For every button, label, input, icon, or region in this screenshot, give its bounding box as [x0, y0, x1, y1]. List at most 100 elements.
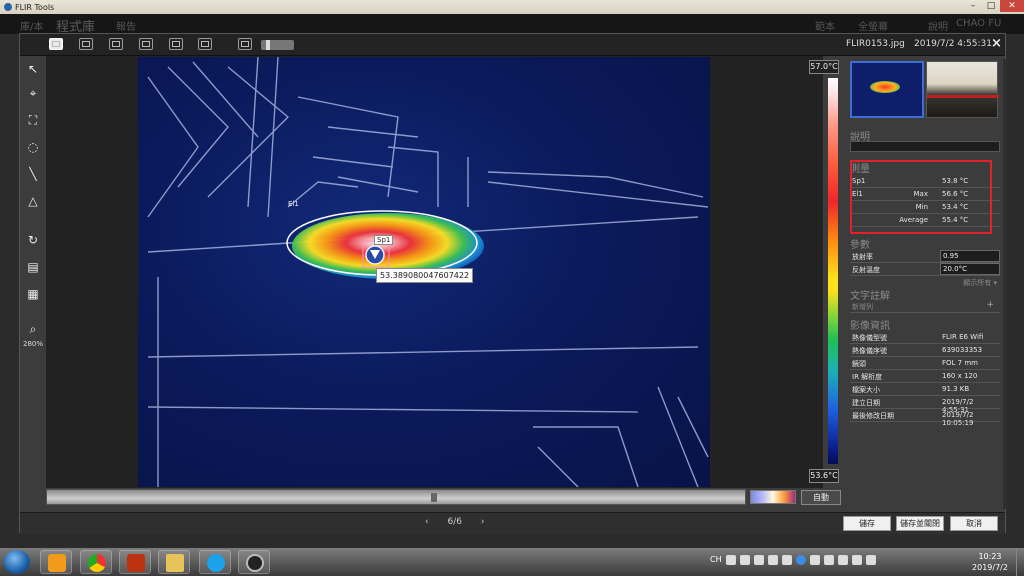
emissivity-input[interactable]: 0.95 [940, 250, 1000, 262]
ellipse-label: El1 [288, 200, 299, 208]
fit-view-button[interactable] [238, 38, 252, 50]
menu-item-help[interactable]: 說明 [928, 18, 948, 33]
description-field[interactable] [850, 141, 1000, 152]
image-editor-dialog: FLIR0153.jpg 2019/7/2 4:55:31 × ↖ ⌖ ⛶ ◌ … [19, 33, 1007, 534]
show-desktop-button[interactable] [1016, 548, 1024, 576]
tray-icon[interactable] [739, 555, 750, 565]
system-clock[interactable]: 10:23 2019/7/2 [968, 551, 1012, 573]
volume-icon[interactable] [865, 555, 876, 565]
taskbar-skype[interactable] [199, 550, 231, 574]
temperature-scale: 57.0°C 53.6°C [804, 60, 846, 490]
previous-image-button[interactable]: ‹ [425, 517, 429, 527]
box-tool-icon[interactable]: ⛶ [24, 111, 42, 129]
tray-icon[interactable] [725, 555, 736, 565]
taskbar-media-player[interactable] [40, 550, 72, 574]
menu-item-report[interactable]: 報告 [116, 18, 136, 33]
info-name: 建立日期 [852, 399, 880, 407]
info-row: IR 解析度 160 x 120 [850, 370, 1000, 383]
scale-min[interactable]: 53.6°C [809, 469, 839, 483]
tray-icon[interactable] [809, 555, 820, 565]
start-button[interactable] [4, 550, 30, 574]
info-value: 160 x 120 [942, 372, 978, 380]
info-value: FOL 7 mm [942, 359, 978, 367]
delta-tool-icon[interactable]: △ [24, 192, 42, 210]
info-row: 最後修改日期 2019/7/2 10:05:19 [850, 409, 1000, 427]
menu-item-templates[interactable]: 範本 [815, 18, 835, 33]
parameter-row[interactable]: 反射溫度 20.0°C [850, 263, 1000, 276]
info-panel: 說明 測量 Sp1 53.8 °C El1 Max 56.6 °C Min 53… [848, 59, 1007, 509]
info-name: 檔案大小 [852, 386, 880, 394]
info-name: IR 解析度 [852, 373, 883, 381]
save-button[interactable]: 儲存 [843, 516, 891, 531]
photo-thumbnail[interactable] [926, 61, 999, 118]
maximize-icon[interactable]: □ [982, 0, 1000, 12]
new-note-row[interactable]: 新增列 + [850, 300, 1000, 313]
tray-icon[interactable] [781, 555, 792, 565]
taskbar-explorer[interactable] [158, 550, 190, 574]
circle-tool-icon[interactable]: ◌ [24, 138, 42, 156]
select-tool-icon[interactable]: ↖ [24, 60, 42, 78]
taskbar-chrome[interactable] [80, 550, 112, 574]
language-indicator[interactable]: CH [710, 555, 722, 565]
menu-item-user[interactable]: CHAO FU [956, 18, 1001, 29]
view-image-button[interactable] [198, 38, 212, 50]
tray-icon[interactable] [753, 555, 764, 565]
auto-adjust-button[interactable]: 自動 [801, 490, 841, 505]
next-image-button[interactable]: › [481, 517, 485, 527]
line-tool-icon[interactable]: ╲ [24, 165, 42, 183]
view-msx-button[interactable] [109, 38, 123, 50]
info-row: 熱像儀型號 FLIR E6 Wifi [850, 331, 1000, 344]
slider-handle[interactable] [431, 493, 437, 502]
cancel-button[interactable]: 取消 [950, 516, 998, 531]
scale-max[interactable]: 57.0°C [809, 60, 839, 74]
thermal-viewer[interactable]: El1 Sp1 53.389080047607422 [46, 56, 823, 488]
menu-item-fullscreen[interactable]: 全螢幕 [858, 18, 888, 33]
image-pager: ‹ 6/6 › [417, 517, 492, 527]
ir-thumbnail[interactable] [850, 61, 924, 118]
add-note-icon[interactable]: + [986, 300, 994, 310]
app-titlebar: FLIR Tools – □ ✕ [0, 0, 1024, 14]
close-dialog-button[interactable]: × [991, 36, 1002, 51]
info-row: 鏡頭 FOL 7 mm [850, 357, 1000, 370]
help-icon[interactable] [795, 555, 806, 565]
clock-date: 2019/7/2 [972, 563, 1008, 572]
info-name: 最後修改日期 [852, 412, 894, 420]
capture-datetime: 2019/7/2 4:55:31 [914, 39, 992, 49]
menu-item-library[interactable]: 庫/本 [20, 18, 43, 33]
dialog-header: FLIR0153.jpg 2019/7/2 4:55:31 × [20, 34, 1005, 56]
minimize-icon[interactable]: – [964, 0, 982, 12]
reflected-temp-input[interactable]: 20.0°C [940, 263, 1000, 275]
show-all-link[interactable]: 顯示所有 ▾ [963, 278, 997, 288]
tray-icon[interactable] [823, 555, 834, 565]
view-ir-button[interactable] [49, 38, 63, 50]
panel-scrollbar[interactable] [1003, 59, 1007, 509]
network-icon[interactable] [851, 555, 862, 565]
taskbar-pdf[interactable] [119, 550, 151, 574]
spot-value-tooltip: 53.389080047607422 [376, 268, 474, 283]
info-name: 鏡頭 [852, 360, 866, 368]
view-fusion-button[interactable] [139, 38, 153, 50]
level-span-slider[interactable] [46, 489, 796, 505]
rotate-icon[interactable]: ↻ [24, 231, 42, 249]
info-row: 熱像儀序號 639033353 [850, 344, 1000, 357]
filename: FLIR0153.jpg [846, 39, 905, 49]
tray-icon[interactable] [767, 555, 778, 565]
tray-icon[interactable] [837, 555, 848, 565]
spot-tool-icon[interactable]: ⌖ [24, 84, 42, 102]
app-menubar: 庫/本 程式庫 報告 範本 全螢幕 說明 CHAO FU [0, 14, 1024, 35]
palette-icon[interactable]: ▤ [24, 258, 42, 276]
close-window-icon[interactable]: ✕ [1000, 0, 1024, 12]
app-title: FLIR Tools [15, 2, 55, 12]
view-photo-button[interactable] [79, 38, 93, 50]
info-value: 91.3 KB [942, 385, 970, 393]
color-palette-bar[interactable] [828, 78, 838, 464]
parameter-name: 反射溫度 [852, 266, 880, 274]
msx-slider[interactable] [261, 40, 294, 50]
save-and-close-button[interactable]: 儲存並關閉 [896, 516, 944, 531]
color-distribution-icon[interactable]: ▦ [24, 285, 42, 303]
parameter-row[interactable]: 放射率 0.95 [850, 250, 1000, 263]
zoom-icon[interactable]: ⌕ [24, 320, 42, 338]
taskbar-flir-tools[interactable] [238, 550, 270, 574]
palette-preview[interactable] [750, 490, 796, 504]
view-pip-button[interactable] [169, 38, 183, 50]
